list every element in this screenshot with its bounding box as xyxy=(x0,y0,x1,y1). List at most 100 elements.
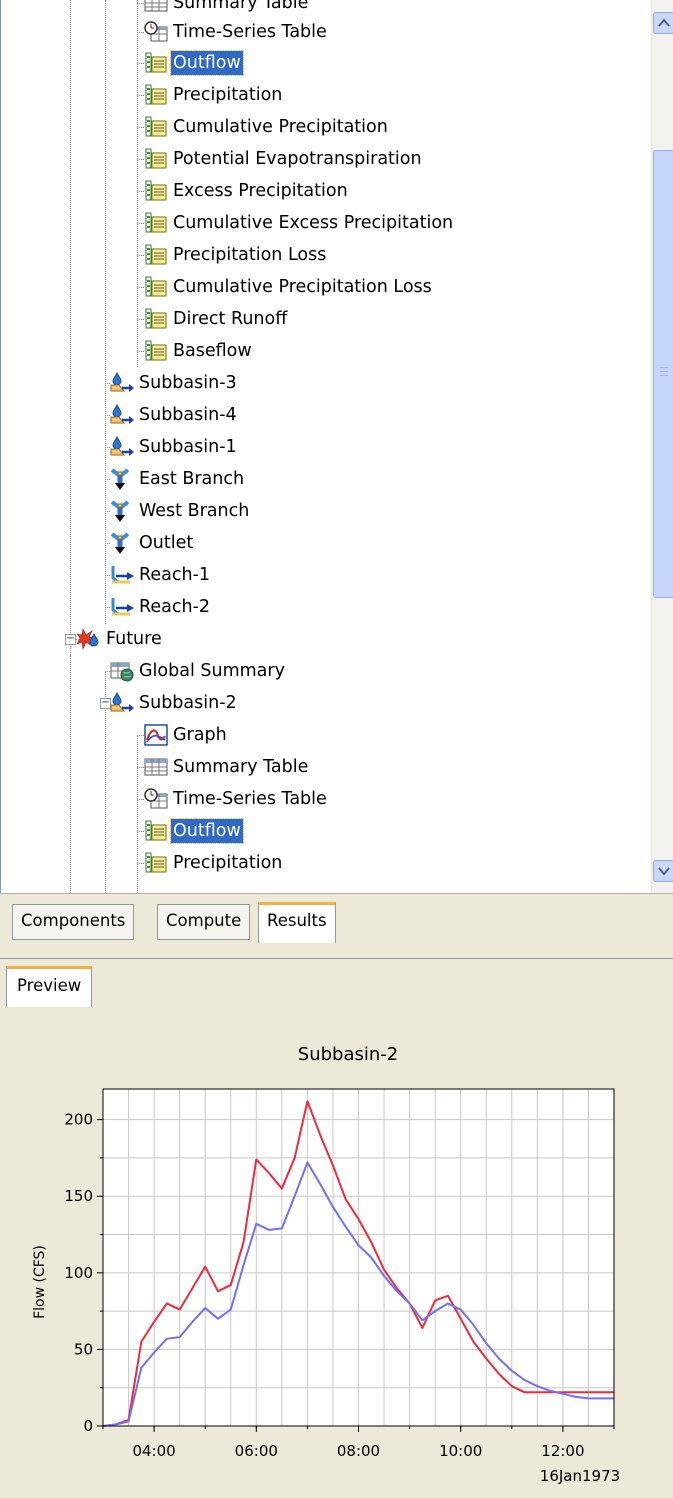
junction-icon xyxy=(110,468,130,490)
tree-row[interactable]: Time-Series Table xyxy=(1,16,641,48)
tree-node-label: Cumulative Excess Precipitation xyxy=(173,213,454,233)
chevron-up-icon xyxy=(658,18,670,27)
global-summary-icon xyxy=(110,662,134,682)
tree-row[interactable]: Outflow xyxy=(1,815,641,847)
tree-row[interactable]: Direct Runoff xyxy=(1,303,641,335)
tree-node[interactable]: Reach-2 xyxy=(110,595,212,619)
tree-node[interactable]: Cumulative Excess Precipitation xyxy=(144,211,455,235)
tree-row[interactable]: Graph xyxy=(1,719,641,751)
tree-node[interactable]: East Branch xyxy=(110,467,246,491)
tree-row[interactable]: Reach-1 xyxy=(1,559,641,591)
tree-node[interactable]: Reach-1 xyxy=(110,563,212,587)
tree-row[interactable]: Reach-2 xyxy=(1,591,641,623)
tree-node-label: Cumulative Precipitation Loss xyxy=(173,277,432,297)
tree-node-label: Potential Evapotranspiration xyxy=(173,149,422,169)
tree-node[interactable]: Outflow xyxy=(144,818,244,844)
tree-node[interactable]: Subbasin-2 xyxy=(110,691,239,715)
tree-node-label: East Branch xyxy=(139,469,245,489)
tree-node[interactable]: Summary Table xyxy=(144,755,310,779)
tree-row[interactable]: Global Summary xyxy=(1,655,641,687)
tree-node[interactable]: Global Summary xyxy=(110,659,287,683)
tree-row[interactable]: Summary Table xyxy=(1,751,641,783)
tree-row[interactable]: Precipitation xyxy=(1,847,641,879)
tree-connector xyxy=(137,95,144,96)
chevron-down-icon xyxy=(658,867,670,875)
tab-preview-label: Preview xyxy=(17,976,82,995)
collapse-toggle-icon[interactable]: − xyxy=(65,634,76,645)
tree-node[interactable]: Outflow xyxy=(144,50,244,76)
tree-node[interactable]: Precipitation xyxy=(144,83,284,107)
tree-node[interactable]: Summary Table xyxy=(144,0,310,15)
tree-node[interactable]: Subbasin-1 xyxy=(110,435,239,459)
tree-node[interactable]: Precipitation Loss xyxy=(144,243,328,267)
tree-row[interactable]: Cumulative Excess Precipitation xyxy=(1,207,641,239)
tree-connector xyxy=(137,255,144,256)
tree-node[interactable]: Subbasin-4 xyxy=(110,403,239,427)
tree-node[interactable]: West Branch xyxy=(110,499,251,523)
x-tick-label: 04:00 xyxy=(132,1442,175,1460)
scroll-up-button[interactable] xyxy=(653,12,673,34)
tree-connector xyxy=(137,767,144,768)
simulation-run-icon xyxy=(77,628,99,650)
tree-node[interactable]: Cumulative Precipitation Loss xyxy=(144,275,434,299)
tab-compute-label: Compute xyxy=(166,911,242,930)
tree-row[interactable]: Subbasin-3 xyxy=(1,367,641,399)
tree-node[interactable]: Future xyxy=(77,627,164,651)
tree-node[interactable]: Potential Evapotranspiration xyxy=(144,147,424,171)
tree-node[interactable]: Time-Series Table xyxy=(144,787,329,811)
tree-node[interactable]: Graph xyxy=(144,723,229,747)
time-series-icon xyxy=(145,180,167,201)
tree-node[interactable]: Time-Series Table xyxy=(144,20,329,44)
tab-components[interactable]: Components xyxy=(12,904,135,940)
date-label: 16Jan1973 xyxy=(540,1467,620,1485)
tree-node-label: Baseflow xyxy=(173,341,252,361)
tree-row[interactable]: Precipitation xyxy=(1,79,641,111)
tree-row[interactable]: Subbasin-1 xyxy=(1,431,641,463)
tree-node[interactable]: Cumulative Precipitation xyxy=(144,115,390,139)
tree-node-label: West Branch xyxy=(139,501,250,521)
tree-row[interactable]: Cumulative Precipitation xyxy=(1,111,641,143)
scrollbar-thumb[interactable] xyxy=(653,150,673,598)
tree-row[interactable]: − Future xyxy=(1,623,641,655)
tree-node[interactable]: Excess Precipitation xyxy=(144,179,350,203)
vertical-scrollbar[interactable] xyxy=(651,0,673,893)
tree-viewport: Summary Table Time-Series Table Outflow Pre… xyxy=(1,0,651,893)
tree-row[interactable]: Baseflow xyxy=(1,335,641,367)
subbasin-icon xyxy=(110,436,134,456)
tree-node-label: Summary Table xyxy=(173,757,309,777)
tree-row[interactable]: Potential Evapotranspiration xyxy=(1,143,641,175)
tree-row[interactable]: Subbasin-4 xyxy=(1,399,641,431)
tree-row[interactable]: Excess Precipitation xyxy=(1,175,641,207)
tree-row[interactable]: Outlet xyxy=(1,527,641,559)
tree-row[interactable]: − Subbasin-2 xyxy=(1,687,641,719)
tree-row[interactable]: Cumulative Precipitation Loss xyxy=(1,271,641,303)
graph-icon xyxy=(144,724,168,746)
tree-connector xyxy=(137,287,144,288)
tree-row[interactable]: Precipitation Loss xyxy=(1,239,641,271)
tree-connector xyxy=(137,32,144,33)
tab-results[interactable]: Results xyxy=(258,902,336,943)
tree-node-label: Cumulative Precipitation xyxy=(173,117,388,137)
tree-row[interactable]: Time-Series Table xyxy=(1,783,641,815)
tree-node-label: Subbasin-1 xyxy=(139,437,237,457)
tree-row[interactable]: East Branch xyxy=(1,463,641,495)
y-tick-label: 200 xyxy=(64,1111,93,1129)
tab-compute[interactable]: Compute xyxy=(157,904,251,940)
subbasin-icon xyxy=(110,404,134,424)
tree-node[interactable]: Subbasin-3 xyxy=(110,371,239,395)
tree-node-label: Precipitation xyxy=(173,85,283,105)
tab-preview[interactable]: Preview xyxy=(6,966,93,1007)
tree-node[interactable]: Outlet xyxy=(110,531,195,555)
tree-node[interactable]: Baseflow xyxy=(144,339,254,363)
time-series-icon xyxy=(145,820,167,841)
tree-row[interactable]: Outflow xyxy=(1,47,641,79)
time-series-icon xyxy=(145,84,167,105)
tree-row[interactable]: West Branch xyxy=(1,495,641,527)
results-tree[interactable]: Summary Table Time-Series Table Outflow Pre… xyxy=(0,0,673,893)
x-tick-label: 08:00 xyxy=(337,1442,380,1460)
x-tick-label: 06:00 xyxy=(235,1442,278,1460)
time-series-icon xyxy=(145,852,167,873)
scroll-down-button[interactable] xyxy=(653,860,673,882)
tree-node[interactable]: Precipitation xyxy=(144,851,284,875)
tree-node[interactable]: Direct Runoff xyxy=(144,307,289,331)
